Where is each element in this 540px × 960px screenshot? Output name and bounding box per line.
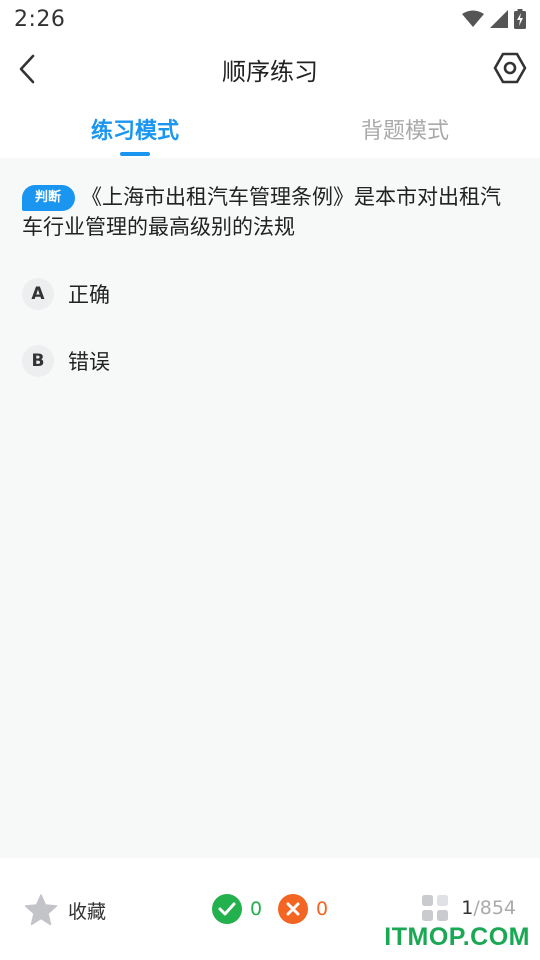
battery-charging-icon: [514, 9, 526, 29]
wrong-count: 0: [316, 898, 329, 920]
option-b[interactable]: B 错误: [22, 345, 110, 377]
status-icons: [462, 9, 526, 29]
chevron-left-icon: [19, 54, 35, 84]
option-key: A: [22, 278, 54, 310]
watermark: ITMOP.COM: [384, 923, 530, 951]
wrong-stat: 0: [278, 894, 328, 924]
back-button[interactable]: [10, 50, 44, 88]
grid-icon: [422, 895, 449, 921]
option-key: B: [22, 345, 54, 377]
hexagon-settings-icon: [493, 52, 527, 84]
signal-icon: [490, 10, 508, 28]
app-bar: 顺序练习: [0, 38, 540, 100]
correct-stat: 0: [212, 894, 262, 924]
question-text-block: 判断 《上海市出租汽车管理条例》是本市对出租汽车行业管理的最高级别的法规: [22, 182, 512, 242]
check-icon: [212, 894, 242, 924]
page-title: 顺序练习: [222, 57, 318, 86]
correct-count: 0: [250, 898, 263, 920]
question-index-button[interactable]: 1/854: [421, 894, 516, 922]
question-area: 判断 《上海市出租汽车管理条例》是本市对出租汽车行业管理的最高级别的法规 A 正确…: [0, 158, 540, 858]
option-text: 正确: [68, 283, 110, 307]
favorite-button[interactable]: 收藏: [24, 894, 106, 926]
status-time: 2:26: [14, 6, 66, 32]
mode-tabs: 练习模式 背题模式: [0, 100, 540, 158]
favorite-label: 收藏: [68, 900, 107, 923]
star-icon: [24, 894, 58, 926]
status-bar: 2:26: [0, 0, 540, 38]
cross-icon: [278, 894, 308, 924]
bottom-bar: 收藏 0 0 1/854 ITMOP.COM: [0, 858, 540, 960]
wifi-icon: [462, 10, 484, 27]
total-count: /854: [473, 897, 516, 919]
option-text: 错误: [68, 350, 110, 374]
tab-label: 练习模式: [90, 119, 179, 144]
current-index: 1: [461, 897, 474, 919]
active-tab-indicator: [120, 152, 150, 156]
question-type-badge: 判断: [22, 185, 76, 211]
settings-button[interactable]: [490, 48, 530, 88]
tab-recite-mode[interactable]: 背题模式: [270, 100, 540, 158]
tab-practice-mode[interactable]: 练习模式: [0, 100, 270, 158]
option-a[interactable]: A 正确: [22, 278, 110, 310]
tab-label: 背题模式: [360, 119, 449, 144]
question-text: 《上海市出租汽车管理条例》是本市对出租汽车行业管理的最高级别的法规: [22, 185, 502, 239]
